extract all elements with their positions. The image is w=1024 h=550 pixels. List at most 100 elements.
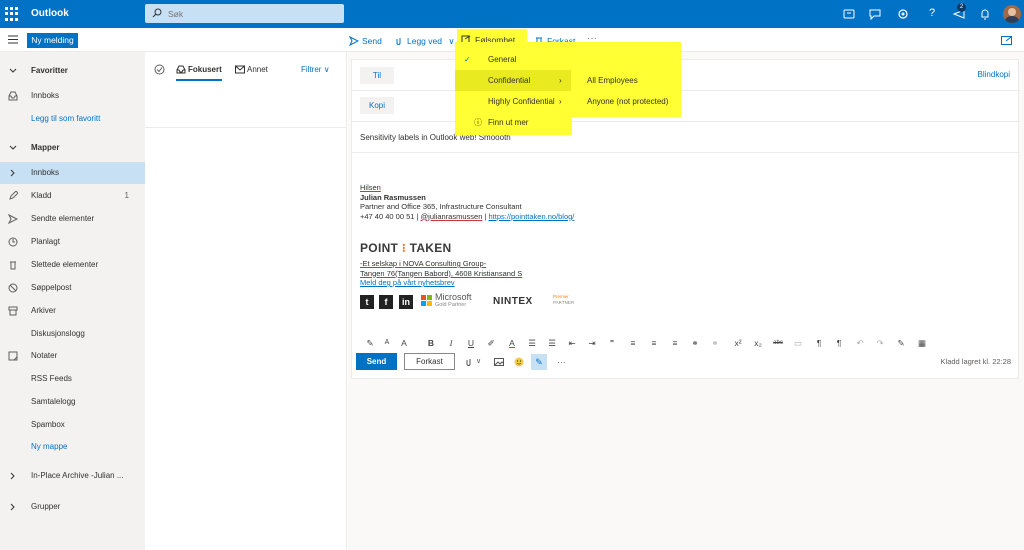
strikethrough-icon[interactable]: abc: [773, 338, 783, 348]
facebook-icon[interactable]: f: [379, 295, 393, 309]
app-title[interactable]: Outlook: [31, 8, 69, 19]
favorites-header[interactable]: Favoritter: [0, 60, 145, 82]
subscript-icon[interactable]: x₂: [753, 338, 763, 348]
font-size-decrease-icon[interactable]: A: [382, 338, 392, 348]
send-button[interactable]: Send: [356, 353, 397, 370]
folders-header[interactable]: Mapper: [0, 137, 145, 159]
dictate-icon[interactable]: ✎: [896, 338, 906, 348]
popout-icon[interactable]: [1001, 36, 1012, 45]
sig-url[interactable]: https://pointtaken.no/blog/: [489, 212, 575, 221]
folder-pane: Favoritter Innboks Legg til som favoritt…: [0, 52, 145, 550]
bcc-link[interactable]: Blindkopi: [978, 70, 1010, 79]
search-box[interactable]: [145, 4, 344, 23]
image-icon[interactable]: [494, 357, 504, 367]
sidebar-item-scheduled[interactable]: Planlagt: [0, 231, 145, 253]
search-input[interactable]: [168, 8, 328, 19]
hamburger-icon[interactable]: [8, 35, 18, 44]
help-icon[interactable]: ?: [925, 7, 939, 21]
to-button[interactable]: Til: [360, 67, 394, 84]
draft-saved-status: Kladd lagret kl. 22:28: [940, 357, 1011, 366]
sensitivity-option-general[interactable]: ✓ General: [455, 49, 572, 70]
sidebar-item-rss[interactable]: RSS Feeds: [0, 368, 145, 390]
select-all-icon[interactable]: [154, 64, 165, 75]
sidebar-item-drafts[interactable]: Kladd 1: [0, 185, 145, 207]
signature-block[interactable]: Hilsen Julian Rasmussen Partner and Offi…: [360, 183, 574, 221]
clear-format-icon[interactable]: ▭: [793, 338, 803, 348]
sensitivity-option-all-employees[interactable]: All Employees: [571, 70, 681, 91]
undo-icon[interactable]: ↶: [855, 338, 865, 348]
sig-newsletter-link[interactable]: Meld deg på vårt nyhetsbrev: [360, 278, 522, 288]
sidebar-item-groups[interactable]: Grupper: [0, 496, 145, 518]
discard-button[interactable]: Forkast: [404, 353, 455, 370]
chevron-down-icon[interactable]: ∨: [476, 357, 486, 367]
italic-icon[interactable]: I: [446, 338, 456, 348]
cc-button[interactable]: Kopi: [360, 97, 394, 114]
emoji-icon[interactable]: [514, 357, 524, 367]
new-folder-link[interactable]: Ny mappe: [0, 436, 145, 458]
highlight-icon[interactable]: ✐: [486, 338, 496, 348]
more-options-icon[interactable]: ···: [557, 357, 567, 367]
tab-focused[interactable]: Fokusert: [176, 65, 222, 81]
sidebar-item-notes[interactable]: Notater: [0, 345, 145, 367]
link-icon[interactable]: ⚭: [690, 338, 700, 348]
chevron-down-icon: [9, 145, 17, 150]
sidebar-item-inbox[interactable]: Innboks: [0, 162, 145, 184]
sensitivity-option-anyone[interactable]: Anyone (not protected): [571, 91, 681, 112]
bold-icon[interactable]: B: [426, 338, 436, 348]
twitter-icon[interactable]: t: [360, 295, 374, 309]
message-list-header: Fokusert Annet Filtrer ∨: [145, 52, 347, 128]
sidebar-item-conversation-history[interactable]: Samtalelogg: [0, 391, 145, 413]
numbering-icon[interactable]: ☰: [547, 338, 557, 348]
skype-icon[interactable]: [842, 7, 856, 21]
underline-icon[interactable]: U: [466, 338, 476, 348]
editor-icon[interactable]: ✎: [531, 354, 547, 370]
sidebar-item-archive[interactable]: Arkiver: [0, 300, 145, 322]
align-right-icon[interactable]: ≡: [670, 338, 680, 348]
decrease-indent-icon[interactable]: ⇤: [567, 338, 577, 348]
ltr-icon[interactable]: ¶: [814, 338, 824, 348]
sidebar-item-junk[interactable]: Søppelpost: [0, 277, 145, 299]
increase-indent-icon[interactable]: ⇥: [587, 338, 597, 348]
superscript-icon[interactable]: x²: [733, 338, 743, 348]
add-favorite-link[interactable]: Legg til som favoritt: [0, 108, 145, 130]
tab-other[interactable]: Annet: [235, 65, 268, 74]
sensitivity-learn-more[interactable]: ⓘ Finn ut mer: [455, 112, 572, 133]
paperclip-icon[interactable]: [464, 357, 474, 367]
align-left-icon[interactable]: ≡: [628, 338, 638, 348]
sidebar-item-spambox[interactable]: Spambox: [0, 414, 145, 436]
feedback-icon[interactable]: [868, 7, 882, 21]
redo-icon[interactable]: ↷: [875, 338, 885, 348]
send-command[interactable]: Send: [349, 33, 382, 49]
bullets-icon[interactable]: ☰: [527, 338, 537, 348]
table-icon[interactable]: ▦: [917, 338, 927, 348]
microsoft-logo-icon: [421, 295, 432, 306]
font-color-icon[interactable]: A: [507, 338, 517, 348]
sig-phone: +47 40 40 00 51: [360, 211, 415, 221]
sensitivity-option-highly-confidential[interactable]: Highly Confidential ›: [455, 91, 572, 112]
sidebar-item-discussion-log[interactable]: Diskusjonslogg: [0, 323, 145, 345]
format-painter-icon[interactable]: ✎: [365, 338, 375, 348]
signature-company-block: -Et selskap i NOVA Consulting Group- Tan…: [360, 259, 522, 288]
new-message-button[interactable]: Ny melding: [27, 33, 78, 48]
avatar[interactable]: [1003, 5, 1021, 23]
bell-icon[interactable]: [978, 7, 992, 21]
gear-icon[interactable]: [896, 7, 910, 21]
sidebar-item-sent[interactable]: Sendte elementer: [0, 208, 145, 230]
app-launcher-icon[interactable]: [5, 7, 19, 21]
align-center-icon[interactable]: ≡: [649, 338, 659, 348]
send-command-label: Send: [362, 36, 382, 46]
font-size-increase-icon[interactable]: A: [399, 338, 409, 348]
subject-divider: [352, 152, 1020, 153]
sensitivity-option-confidential[interactable]: Confidential ›: [455, 70, 572, 91]
sidebar-item-inplace-archive[interactable]: In-Place Archive -Julian ...: [0, 465, 145, 487]
rtl-icon[interactable]: ¶: [834, 338, 844, 348]
filter-button[interactable]: Filtrer ∨: [301, 65, 330, 74]
sig-twitter[interactable]: @julianrasmussen: [421, 212, 483, 221]
linkedin-icon[interactable]: in: [399, 295, 413, 309]
chevron-down-icon: ∨: [323, 65, 330, 74]
sidebar-item-deleted[interactable]: Slettede elementer: [0, 254, 145, 276]
unlink-icon[interactable]: ⚭: [710, 338, 720, 348]
quote-icon[interactable]: ": [607, 338, 617, 348]
favorite-inbox[interactable]: Innboks: [0, 85, 145, 107]
attach-command[interactable]: Legg ved ∨: [394, 33, 455, 49]
